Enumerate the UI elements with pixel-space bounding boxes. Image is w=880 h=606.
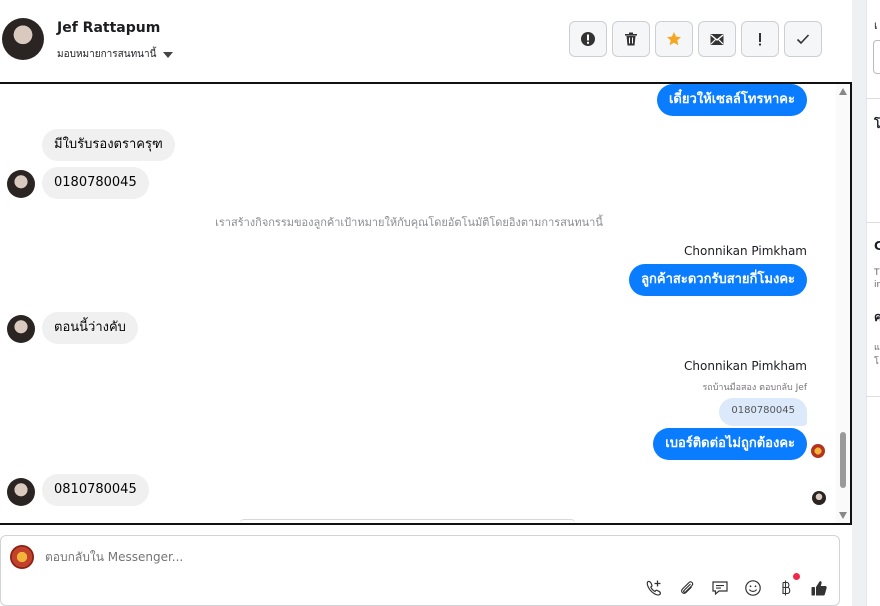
alert-circle-icon bbox=[581, 32, 595, 46]
contact-avatar-small bbox=[7, 315, 35, 343]
check-icon bbox=[796, 34, 810, 45]
panel-text: แ bbox=[874, 343, 880, 353]
report-spam-button[interactable] bbox=[569, 21, 607, 57]
call-add-button[interactable] bbox=[644, 578, 664, 598]
star-icon bbox=[667, 32, 681, 46]
attachment-icon bbox=[681, 581, 694, 594]
message-composer bbox=[0, 535, 840, 606]
panel-heading: C bbox=[874, 239, 880, 253]
page-avatar bbox=[10, 545, 34, 569]
mark-unread-icon bbox=[710, 34, 724, 45]
mark-done-button[interactable] bbox=[784, 21, 822, 57]
seen-by-page-icon bbox=[811, 444, 825, 458]
panel-input-box[interactable] bbox=[873, 40, 880, 74]
panel-text: เ bbox=[874, 19, 878, 32]
seen-by-contact-icon bbox=[812, 491, 826, 505]
message-outgoing[interactable]: เดี๋ยวให้เซลล์โทรหาคะ bbox=[656, 84, 807, 116]
star-button[interactable] bbox=[655, 21, 693, 57]
thread-scrollbar[interactable] bbox=[836, 84, 850, 523]
message-incoming[interactable]: ตอนนี้ว่างคับ bbox=[42, 312, 138, 344]
panel-text: ir bbox=[874, 280, 880, 290]
message-incoming[interactable]: 0810780045 bbox=[42, 474, 149, 506]
contact-avatar-small bbox=[7, 170, 35, 198]
reply-input[interactable] bbox=[45, 550, 645, 564]
scroll-down-arrow-icon[interactable] bbox=[839, 512, 847, 519]
contact-avatar-small bbox=[7, 478, 35, 506]
panel-text: โ bbox=[874, 357, 879, 367]
message-thread[interactable]: เดี๋ยวให้เซลล์โทรหาคะ มีใบรับรองตราครุฑ … bbox=[0, 82, 852, 525]
message-incoming[interactable]: มีใบรับรองตราครุฑ bbox=[42, 129, 175, 161]
saved-reply-icon bbox=[712, 581, 728, 596]
message-outgoing[interactable]: เบอร์ติดต่อไม่ถูกต้องคะ bbox=[653, 428, 807, 460]
panel-divider bbox=[866, 396, 880, 397]
contact-avatar[interactable] bbox=[2, 18, 44, 60]
panel-divider bbox=[866, 222, 880, 223]
call-add-icon bbox=[646, 580, 661, 596]
like-icon bbox=[811, 581, 827, 596]
reply-context-note: รถบ้านมือสอง ตอบกลับ Jef bbox=[702, 383, 807, 393]
replied-message-quote[interactable]: 0180780045 bbox=[719, 398, 807, 426]
trash-icon bbox=[625, 32, 637, 46]
panel-text: T bbox=[874, 268, 880, 278]
panel-heading: โ bbox=[874, 117, 880, 131]
like-button[interactable] bbox=[809, 578, 829, 598]
panel-divider bbox=[866, 98, 880, 99]
attach-file-button[interactable] bbox=[677, 578, 697, 598]
panel-heading: ค bbox=[874, 310, 880, 324]
contact-details-panel: เ โ C T ir ค แ โ bbox=[852, 0, 880, 606]
exclamation-icon bbox=[759, 33, 761, 46]
conversation-header: Jef Rattapum มอบหมายการสนทนานี้ bbox=[0, 0, 848, 82]
flag-follow-up-button[interactable] bbox=[741, 21, 779, 57]
baht-payment-icon bbox=[782, 580, 791, 596]
assign-label: มอบหมายการสนทนานี้ bbox=[57, 49, 157, 60]
sender-name: Chonnikan Pimkham bbox=[684, 359, 807, 373]
emoji-button[interactable] bbox=[743, 578, 763, 598]
details-card bbox=[866, 0, 880, 606]
mark-unread-button[interactable] bbox=[698, 21, 736, 57]
scroll-up-arrow-icon[interactable] bbox=[839, 88, 847, 95]
conversation-toolbar bbox=[569, 21, 822, 57]
thread-divider bbox=[240, 519, 575, 523]
message-outgoing[interactable]: ลูกค้าสะดวกรับสายกี่โมงคะ bbox=[629, 264, 807, 296]
emoji-icon bbox=[745, 580, 761, 596]
sender-name: Chonnikan Pimkham bbox=[684, 244, 807, 258]
system-note: เราสร้างกิจกรรมของลูกค้าเป้าหมายให้กับคุ… bbox=[215, 216, 603, 229]
message-incoming[interactable]: 0180780045 bbox=[42, 167, 149, 199]
scrollbar-thumb[interactable] bbox=[840, 432, 846, 488]
payment-request-button[interactable] bbox=[776, 573, 800, 598]
assign-conversation-dropdown[interactable]: มอบหมายการสนทนานี้ bbox=[57, 47, 174, 62]
saved-replies-button[interactable] bbox=[710, 578, 730, 598]
delete-button[interactable] bbox=[612, 21, 650, 57]
contact-name[interactable]: Jef Rattapum bbox=[57, 20, 160, 36]
notification-dot bbox=[793, 573, 800, 580]
composer-actions bbox=[644, 573, 829, 598]
chevron-down-icon bbox=[163, 51, 174, 58]
